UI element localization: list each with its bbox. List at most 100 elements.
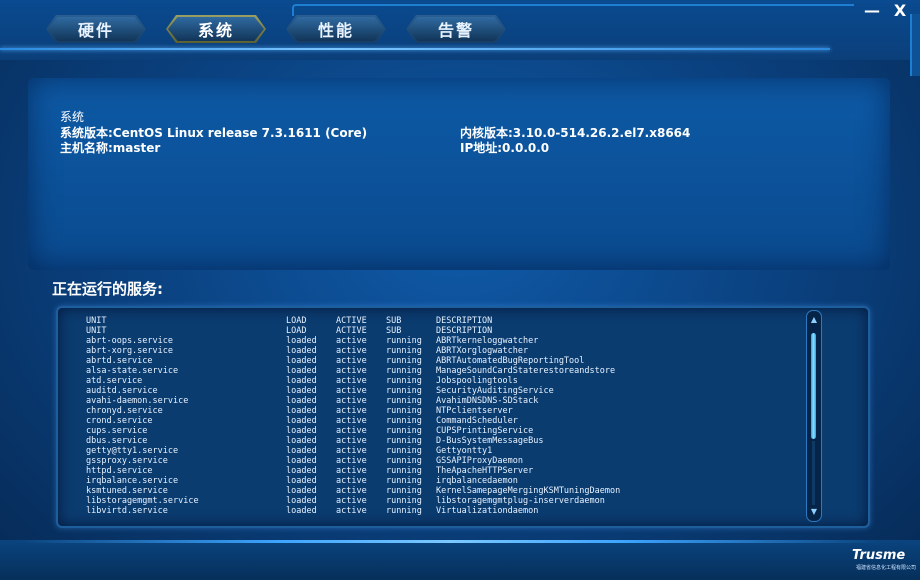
cell-load: loaded	[286, 496, 317, 506]
cell-active: active	[336, 466, 367, 476]
cell-active: active	[336, 506, 367, 516]
cell-load: loaded	[286, 446, 317, 456]
cell-unit: abrtd.service	[86, 356, 153, 366]
cell-load: loaded	[286, 476, 317, 486]
cell-load: loaded	[286, 396, 317, 406]
tab-alarm[interactable]: 告警	[406, 15, 506, 43]
system-info-panel	[28, 78, 890, 270]
scroll-down-icon[interactable]: ▼	[809, 507, 819, 517]
cell-active: active	[336, 356, 367, 366]
services-scrollbar[interactable]: ▲ ▼	[806, 310, 822, 522]
cell-description: SecurityAuditingService	[436, 386, 554, 396]
table-row: abrt-oops.service loaded active running ABRT…	[86, 336, 786, 346]
cell-description: ABRTkerneloggwatcher	[436, 336, 539, 346]
cell-unit: alsa-state.service	[86, 366, 179, 376]
cell-description: GSSAPIProxyDaemon	[436, 456, 523, 466]
cell-description: DESCRIPTION	[436, 326, 493, 336]
cell-active: active	[336, 386, 367, 396]
minimize-button[interactable]: —	[862, 2, 882, 20]
cell-load: loaded	[286, 436, 317, 446]
cell-unit: libvirtd.service	[86, 506, 168, 516]
side-rail	[910, 14, 920, 76]
cell-active: active	[336, 446, 367, 456]
cell-load: loaded	[286, 346, 317, 356]
cell-load: loaded	[286, 506, 317, 516]
cell-description: CUPSPrintingService	[436, 426, 534, 436]
close-button[interactable]: X	[890, 2, 910, 20]
cell-unit: chronyd.service	[86, 406, 163, 416]
header-active: ACTIVE	[336, 316, 367, 326]
cell-sub: running	[386, 456, 422, 466]
table-row: dbus.service loaded active running D-BusSyst…	[86, 436, 786, 446]
cell-load: loaded	[286, 486, 317, 496]
services-table: UNIT LOAD ACTIVE SUB DESCRIPTION UNIT LOA…	[86, 316, 786, 520]
scroll-thumb[interactable]	[811, 333, 816, 439]
cell-description: D-BusSystemMessageBus	[436, 436, 544, 446]
cell-unit: httpd.service	[86, 466, 153, 476]
cell-active: active	[336, 456, 367, 466]
cell-description: ABRTAutomatedBugReportingTool	[436, 356, 585, 366]
cell-sub: running	[386, 496, 422, 506]
table-row: atd.service loaded active running Jobspoolin…	[86, 376, 786, 386]
cell-unit: cups.service	[86, 426, 148, 436]
cell-load: loaded	[286, 466, 317, 476]
app-window: — X 硬件 系统 性能 告警 系统 系统版本:CentOS Linux rel…	[0, 0, 920, 580]
cell-description: ABRTXorglogwatcher	[436, 346, 529, 356]
cell-description: TheApacheHTTPServer	[436, 466, 534, 476]
cell-load: LOAD	[286, 326, 307, 336]
header-description: DESCRIPTION	[436, 316, 493, 326]
cell-sub: running	[386, 476, 422, 486]
cell-load: loaded	[286, 426, 317, 436]
cell-active: active	[336, 336, 367, 346]
cell-unit: crond.service	[86, 416, 153, 426]
header-frame	[292, 4, 854, 16]
tab-system[interactable]: 系统	[166, 15, 266, 43]
cell-description: ManageSoundCardStaterestoreandstore	[436, 366, 616, 376]
cell-load: loaded	[286, 456, 317, 466]
cell-description: CommandScheduler	[436, 416, 518, 426]
cell-sub: running	[386, 406, 422, 416]
bottom-glow	[20, 540, 880, 543]
table-row: libstoragemgmt.service loaded active runnin…	[86, 496, 786, 506]
cell-description: irqbalancedaemon	[436, 476, 518, 486]
cell-sub: running	[386, 346, 422, 356]
cell-unit: gssproxy.service	[86, 456, 168, 466]
cell-load: loaded	[286, 336, 317, 346]
services-title: 正在运行的服务:	[52, 280, 163, 298]
cell-unit: avahi-daemon.service	[86, 396, 189, 406]
brand-logo: Trusme	[852, 548, 906, 563]
table-row: abrt-xorg.service loaded active running ABRT…	[86, 346, 786, 356]
cell-description: NTPclientserver	[436, 406, 513, 416]
cell-description: Virtualizationdaemon	[436, 506, 539, 516]
cell-sub: running	[386, 336, 422, 346]
brand-logo-sub: 福建省信息化工程有限公司	[856, 565, 917, 571]
cell-active: active	[336, 366, 367, 376]
scroll-track[interactable]	[812, 441, 815, 505]
tab-label: 告警	[437, 21, 474, 40]
scroll-up-icon[interactable]: ▲	[809, 315, 819, 325]
tab-hardware[interactable]: 硬件	[46, 15, 146, 43]
table-row: abrtd.service loaded active running ABRTAuto…	[86, 356, 786, 366]
cell-sub: running	[386, 446, 422, 456]
table-row: getty@tty1.service loaded active running Get…	[86, 446, 786, 456]
table-row: UNIT LOAD ACTIVE SUB DESCRIPTION	[86, 326, 786, 336]
cell-active: active	[336, 486, 367, 496]
header-sub: SUB	[386, 316, 402, 326]
cell-load: loaded	[286, 416, 317, 426]
cell-sub: SUB	[386, 326, 402, 336]
cell-active: active	[336, 416, 367, 426]
table-row: alsa-state.service loaded active running Man…	[86, 366, 786, 376]
cell-unit: abrt-oops.service	[86, 336, 173, 346]
cell-active: active	[336, 376, 367, 386]
tab-performance[interactable]: 性能	[286, 15, 386, 43]
cell-sub: running	[386, 366, 422, 376]
table-row: gssproxy.service loaded active running GSSAP…	[86, 456, 786, 466]
cell-active: active	[336, 426, 367, 436]
tab-label: 性能	[317, 21, 354, 40]
cell-unit: getty@tty1.service	[86, 446, 179, 456]
cell-active: ACTIVE	[336, 326, 367, 336]
cell-unit: abrt-xorg.service	[86, 346, 173, 356]
cell-description: libstoragemgmtplug-inserverdaemon	[436, 496, 605, 506]
cell-load: loaded	[286, 386, 317, 396]
table-row: chronyd.service loaded active running NTPcli…	[86, 406, 786, 416]
